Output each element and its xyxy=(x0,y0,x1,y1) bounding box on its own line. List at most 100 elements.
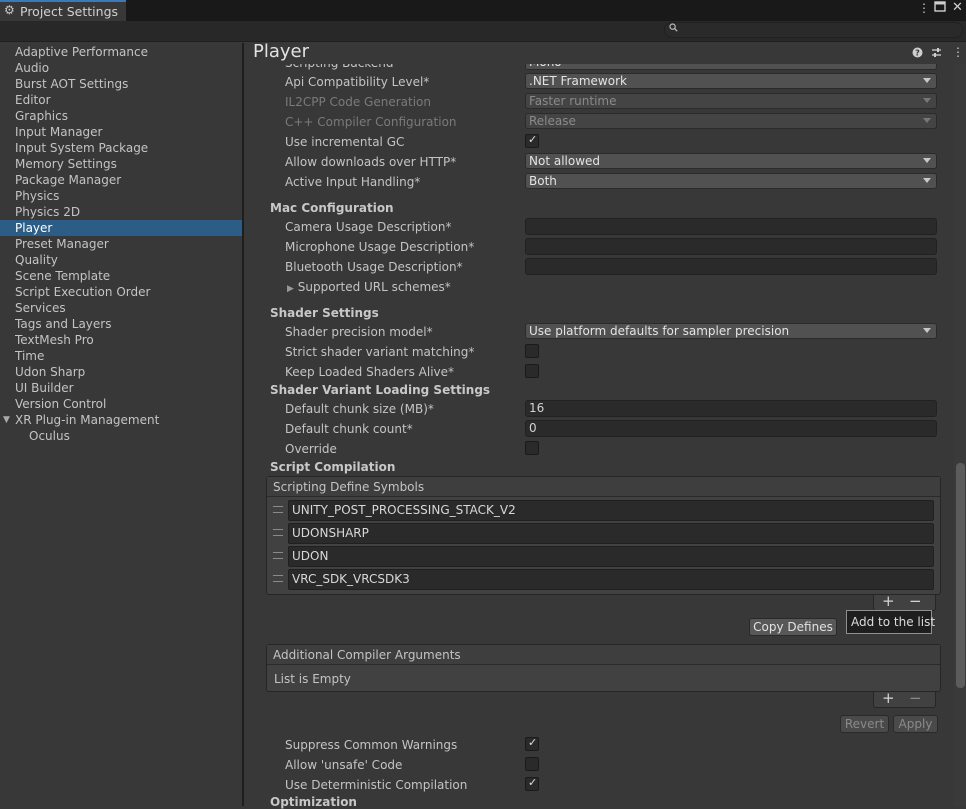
checkmark-icon: ✓ xyxy=(528,776,538,789)
sidebar-item-input-manager[interactable]: Input Manager xyxy=(0,124,242,140)
chunk-size-field[interactable]: 16 xyxy=(525,400,937,417)
chunk-count-label: Default chunk count* xyxy=(285,422,413,436)
sidebar-item-input-system-package[interactable]: Input System Package xyxy=(0,140,242,156)
scrollbar[interactable] xyxy=(954,64,966,806)
sidebar-item-udon-sharp[interactable]: Udon Sharp xyxy=(0,364,242,380)
suppress-warnings-checkbox[interactable]: ✓ xyxy=(525,736,539,751)
chunk-count-field[interactable]: 0 xyxy=(525,420,937,437)
drag-handle-icon[interactable] xyxy=(273,552,283,559)
sidebar-item-ui-builder[interactable]: UI Builder xyxy=(0,380,242,396)
panel-splitter[interactable] xyxy=(242,43,244,806)
drag-handle-icon[interactable] xyxy=(273,529,283,536)
bluetooth-usage-field[interactable] xyxy=(525,258,937,275)
active-input-dropdown[interactable]: Both xyxy=(525,173,937,189)
sidebar-item-graphics[interactable]: Graphics xyxy=(0,108,242,124)
remove-item-button[interactable]: − xyxy=(909,592,922,610)
incremental-gc-checkbox[interactable]: ✓ xyxy=(525,133,539,148)
sidebar-item-audio[interactable]: Audio xyxy=(0,60,242,76)
sidebar-item-physics-2d[interactable]: Physics 2D xyxy=(0,204,242,220)
sidebar-item-oculus[interactable]: Oculus xyxy=(0,428,242,444)
microphone-usage-field[interactable] xyxy=(525,238,937,255)
chevron-down-icon xyxy=(923,328,931,333)
chunk-size-label: Default chunk size (MB)* xyxy=(285,402,434,416)
sidebar-item-tags-and-layers[interactable]: Tags and Layers xyxy=(0,316,242,332)
il2cpp-codegen-label: IL2CPP Code Generation xyxy=(285,95,432,109)
mac-config-heading: Mac Configuration xyxy=(270,201,394,215)
define-symbol-field[interactable]: VRC_SDK_VRCSDK3 xyxy=(288,569,934,590)
chevron-down-icon xyxy=(923,78,931,83)
sidebar-item-preset-manager[interactable]: Preset Manager xyxy=(0,236,242,252)
sidebar-item-time[interactable]: Time xyxy=(0,348,242,364)
add-item-button[interactable]: + xyxy=(882,592,895,610)
define-symbols-list: Scripting Define Symbols UNITY_POST_PROC… xyxy=(266,476,941,595)
empty-list-text: List is Empty xyxy=(274,672,351,686)
sidebar-item-script-execution-order[interactable]: Script Execution Order xyxy=(0,284,242,300)
camera-usage-field[interactable] xyxy=(525,218,937,235)
override-checkbox[interactable] xyxy=(525,441,539,455)
maximize-icon[interactable] xyxy=(934,1,946,15)
allow-http-dropdown[interactable]: Not allowed xyxy=(525,153,937,169)
shader-precision-dropdown[interactable]: Use platform defaults for sampler precis… xyxy=(525,323,937,339)
script-compilation-heading: Script Compilation xyxy=(270,460,396,474)
sidebar-item-services[interactable]: Services xyxy=(0,300,242,316)
more-vertical-icon[interactable]: ⋮ xyxy=(952,45,964,59)
drag-handle-icon[interactable] xyxy=(273,506,283,513)
expand-arrow-icon[interactable]: ▼ xyxy=(3,412,10,428)
il2cpp-codegen-dropdown: Faster runtime xyxy=(525,93,937,109)
api-compatibility-dropdown[interactable]: .NET Framework xyxy=(525,73,937,89)
checkmark-icon: ✓ xyxy=(528,736,538,749)
close-icon[interactable]: ✕ xyxy=(952,0,963,15)
define-symbol-field[interactable]: UDONSHARP xyxy=(288,523,934,544)
dropdown-value: Both xyxy=(529,174,557,188)
sidebar-item-physics[interactable]: Physics xyxy=(0,188,242,204)
cpp-compiler-config-label: C++ Compiler Configuration xyxy=(285,115,457,129)
sidebar-item-label: XR Plug-in Management xyxy=(15,413,160,427)
sidebar-item-editor[interactable]: Editor xyxy=(0,92,242,108)
sidebar-item-quality[interactable]: Quality xyxy=(0,252,242,268)
define-symbol-field[interactable]: UNITY_POST_PROCESSING_STACK_V2 xyxy=(288,500,934,521)
window-title-bar xyxy=(0,0,966,21)
drag-handle-icon[interactable] xyxy=(273,575,283,582)
keep-shaders-checkbox[interactable] xyxy=(525,364,539,378)
window-title: Project Settings xyxy=(20,4,119,19)
scrollbar-thumb[interactable] xyxy=(956,463,965,688)
microphone-usage-label: Microphone Usage Description* xyxy=(285,240,475,254)
sidebar-item-burst-aot-settings[interactable]: Burst AOT Settings xyxy=(0,76,242,92)
help-icon[interactable]: ? xyxy=(912,47,923,61)
deterministic-label: Use Deterministic Compilation xyxy=(285,778,468,792)
sidebar-item-version-control[interactable]: Version Control xyxy=(0,396,242,412)
presets-icon[interactable] xyxy=(931,47,942,61)
sidebar-item-textmesh-pro[interactable]: TextMesh Pro xyxy=(0,332,242,348)
unsafe-code-label: Allow 'unsafe' Code xyxy=(285,758,403,772)
unsafe-code-checkbox[interactable] xyxy=(525,757,539,771)
url-schemes-foldout[interactable]: ▶ Supported URL schemes* xyxy=(287,280,451,296)
remove-item-button: − xyxy=(909,689,922,707)
window-tab[interactable]: ⚙ Project Settings xyxy=(0,0,126,21)
chevron-down-icon xyxy=(923,98,931,103)
sidebar-item-adaptive-performance[interactable]: Adaptive Performance xyxy=(0,44,242,60)
optimization-heading: Optimization xyxy=(270,795,357,809)
compiler-args-header: Additional Compiler Arguments xyxy=(267,645,940,665)
keep-shaders-label: Keep Loaded Shaders Alive* xyxy=(285,365,455,379)
more-vertical-icon[interactable]: ⋮ xyxy=(918,1,930,15)
checkmark-icon: ✓ xyxy=(528,133,538,146)
search-input[interactable] xyxy=(664,22,963,38)
compiler-args-footer: + − xyxy=(873,689,936,708)
url-schemes-label: Supported URL schemes* xyxy=(297,280,451,294)
cpp-compiler-config-dropdown: Release xyxy=(525,113,937,129)
copy-defines-button[interactable]: Copy Defines xyxy=(749,618,837,636)
add-item-button[interactable]: + xyxy=(882,689,895,707)
sidebar-item-xr-plugin-management[interactable]: ▼ XR Plug-in Management xyxy=(0,412,242,428)
strict-variant-checkbox[interactable] xyxy=(525,344,539,358)
revert-button: Revert xyxy=(840,715,889,733)
sidebar-item-player[interactable]: Player xyxy=(0,220,242,236)
bluetooth-usage-label: Bluetooth Usage Description* xyxy=(285,260,463,274)
define-symbol-field[interactable]: UDON xyxy=(288,546,934,567)
deterministic-checkbox[interactable]: ✓ xyxy=(525,776,539,791)
sidebar-item-scene-template[interactable]: Scene Template xyxy=(0,268,242,284)
incremental-gc-label: Use incremental GC xyxy=(285,135,405,149)
sidebar-item-memory-settings[interactable]: Memory Settings xyxy=(0,156,242,172)
sidebar-item-package-manager[interactable]: Package Manager xyxy=(0,172,242,188)
shader-settings-heading: Shader Settings xyxy=(270,306,379,320)
allow-http-label: Allow downloads over HTTP* xyxy=(285,155,457,169)
